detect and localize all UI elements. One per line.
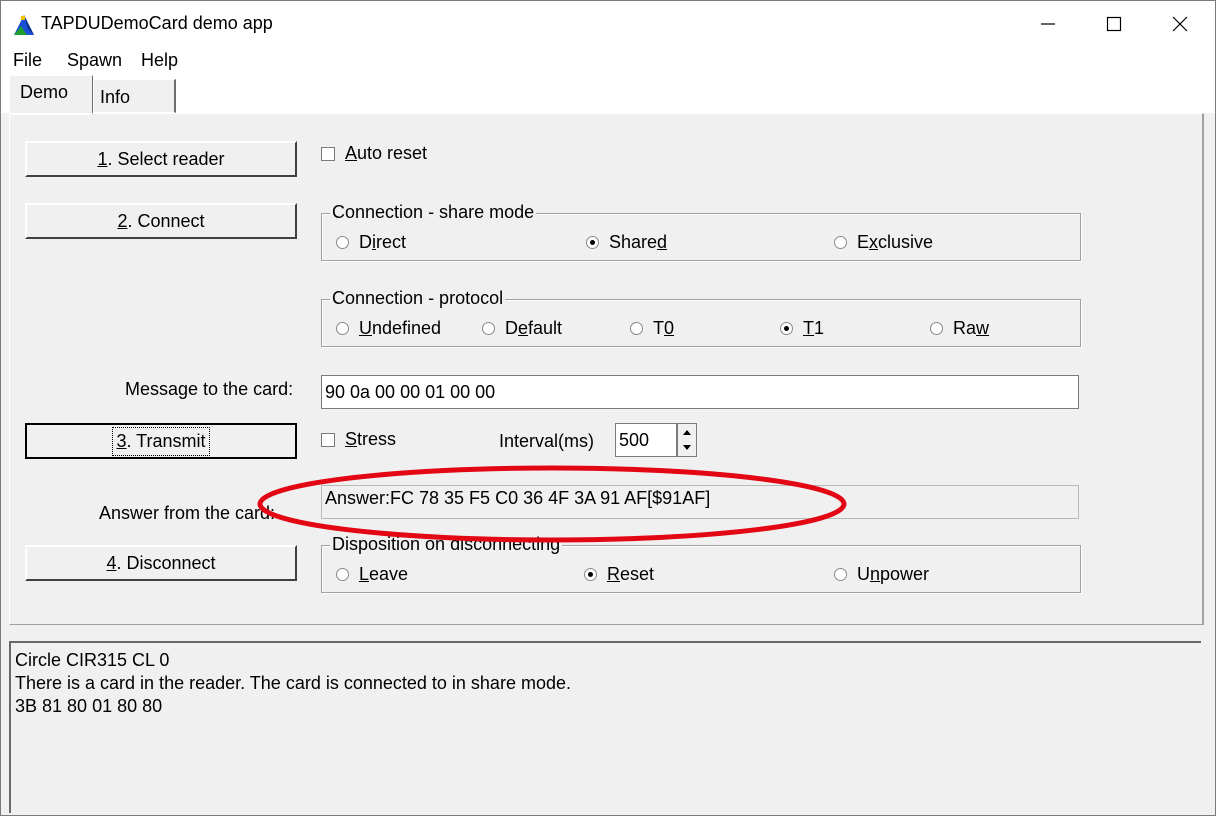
log-line: There is a card in the reader. The card … [15,673,571,693]
share-mode-legend: Connection - share mode [330,202,537,223]
menu-spawn[interactable]: Spawn [67,50,122,71]
maximize-icon [1106,16,1122,32]
share-shared-radio[interactable]: Shared [586,232,667,253]
disposition-leave-radio[interactable]: Leave [336,564,408,585]
disposition-reset-dot [584,568,597,581]
tab-info-label: Info [100,87,131,107]
stress-mnemonic: S [345,429,358,449]
share-exclusive-radio[interactable]: Exclusive [834,232,933,253]
connect-button[interactable]: 2. Connect [25,203,297,239]
interval-spinner[interactable] [677,423,697,457]
stress-text: tress [357,429,397,449]
transmit-button[interactable]: 3. Transmit [25,423,297,459]
tab-info[interactable]: Info [93,79,176,113]
protocol-group: Connection - protocol Undefined Default … [321,288,1081,347]
share-shared-label: Shared [609,232,668,252]
connect-label: 2. Connect [117,211,204,232]
share-exclusive-label: Exclusive [857,232,934,252]
disposition-legend: Disposition on disconnecting [330,534,563,555]
menu-help[interactable]: Help [141,50,178,71]
select-reader-text: . Select reader [107,148,225,169]
auto-reset-text: uto reset [357,143,428,163]
disposition-unpower-radio[interactable]: Unpower [834,564,929,585]
spin-down-icon[interactable] [678,440,696,456]
protocol-default-label: Default [505,318,563,338]
transmit-label: 3. Transmit [112,426,210,456]
protocol-raw-dot [930,322,943,335]
protocol-t1-radio[interactable]: T1 [780,318,824,339]
close-button[interactable] [1147,1,1213,47]
protocol-t1-label: T1 [803,318,825,338]
answer-value: Answer:FC 78 35 F5 C0 36 4F 3A 91 AF[$91… [325,488,711,508]
disconnect-label: 4. Disconnect [106,553,215,574]
protocol-default-radio[interactable]: Default [482,318,562,339]
tab-demo[interactable]: Demo [9,75,93,115]
message-label: Message to the card: [125,379,294,399]
connect-mnemonic: 2 [117,210,128,231]
tab-strip: Demo Info [1,75,1215,115]
protocol-raw-label: Raw [953,318,990,338]
select-reader-mnemonic: 1 [97,148,108,169]
disposition-leave-dot [336,568,349,581]
protocol-undefined-label: Undefined [359,318,442,338]
stress-box [321,432,335,447]
select-reader-button[interactable]: 1. Select reader [25,141,297,177]
protocol-raw-radio[interactable]: Raw [930,318,989,339]
protocol-t1-dot [780,322,793,335]
minimize-button[interactable] [1015,1,1081,47]
message-input[interactable] [321,375,1079,409]
auto-reset-box [321,146,335,161]
disposition-reset-radio[interactable]: Reset [584,564,654,585]
disposition-leave-label: Leave [359,564,409,584]
log-line: 3B 81 80 01 80 80 [15,696,163,716]
log-line: Circle CIR315 CL 0 [15,650,170,670]
tab-demo-label: Demo [20,82,69,102]
answer-output: Answer:FC 78 35 F5 C0 36 4F 3A 91 AF[$91… [321,485,1079,519]
protocol-undefined-dot [336,322,349,335]
disposition-group: Disposition on disconnecting Leave Reset… [321,534,1081,593]
disconnect-mnemonic: 4 [106,552,117,573]
disconnect-button[interactable]: 4. Disconnect [25,545,297,581]
interval-input[interactable] [615,423,677,457]
auto-reset-checkbox[interactable]: Auto reset [321,143,427,164]
share-mode-group: Connection - share mode Direct Shared Ex… [321,202,1081,261]
share-direct-radio[interactable]: Direct [336,232,406,253]
connect-text: . Connect [127,210,205,231]
auto-reset-mnemonic: A [345,143,358,163]
minimize-icon [1041,23,1055,25]
share-shared-dot [586,236,599,249]
select-reader-label: 1. Select reader [97,149,224,170]
disposition-unpower-dot [834,568,847,581]
menu-bar: File Spawn Help [1,47,1215,75]
share-direct-label: Direct [359,232,407,252]
share-exclusive-dot [834,236,847,249]
title-bar[interactable]: TAPDUDemoCard demo app [1,1,1215,47]
disconnect-text: . Disconnect [116,552,216,573]
protocol-legend: Connection - protocol [330,288,506,309]
share-direct-dot [336,236,349,249]
answer-label: Answer from the card: [99,503,276,523]
protocol-t0-dot [630,322,643,335]
stress-label: Stress [345,429,396,450]
maximize-button[interactable] [1081,1,1147,47]
transmit-mnemonic: 3 [116,430,127,451]
menu-file[interactable]: File [13,50,42,71]
log-output[interactable]: Circle CIR315 CL 0 There is a card in th… [9,641,1201,813]
stress-checkbox[interactable]: Stress [321,429,396,450]
protocol-t0-radio[interactable]: T0 [630,318,674,339]
window-title: TAPDUDemoCard demo app [41,13,273,33]
app-window: TAPDUDemoCard demo app File Spawn Help D… [0,0,1216,816]
spin-up-icon[interactable] [678,424,696,440]
transmit-text: . Transmit [126,430,206,451]
disposition-reset-label: Reset [607,564,655,584]
interval-label: Interval(ms) [499,431,595,451]
disposition-unpower-label: Unpower [857,564,930,584]
auto-reset-label: Auto reset [345,143,427,164]
app-logo-icon [14,15,34,35]
protocol-t0-label: T0 [653,318,675,338]
protocol-default-dot [482,322,495,335]
close-icon [1172,16,1188,32]
protocol-undefined-radio[interactable]: Undefined [336,318,441,339]
